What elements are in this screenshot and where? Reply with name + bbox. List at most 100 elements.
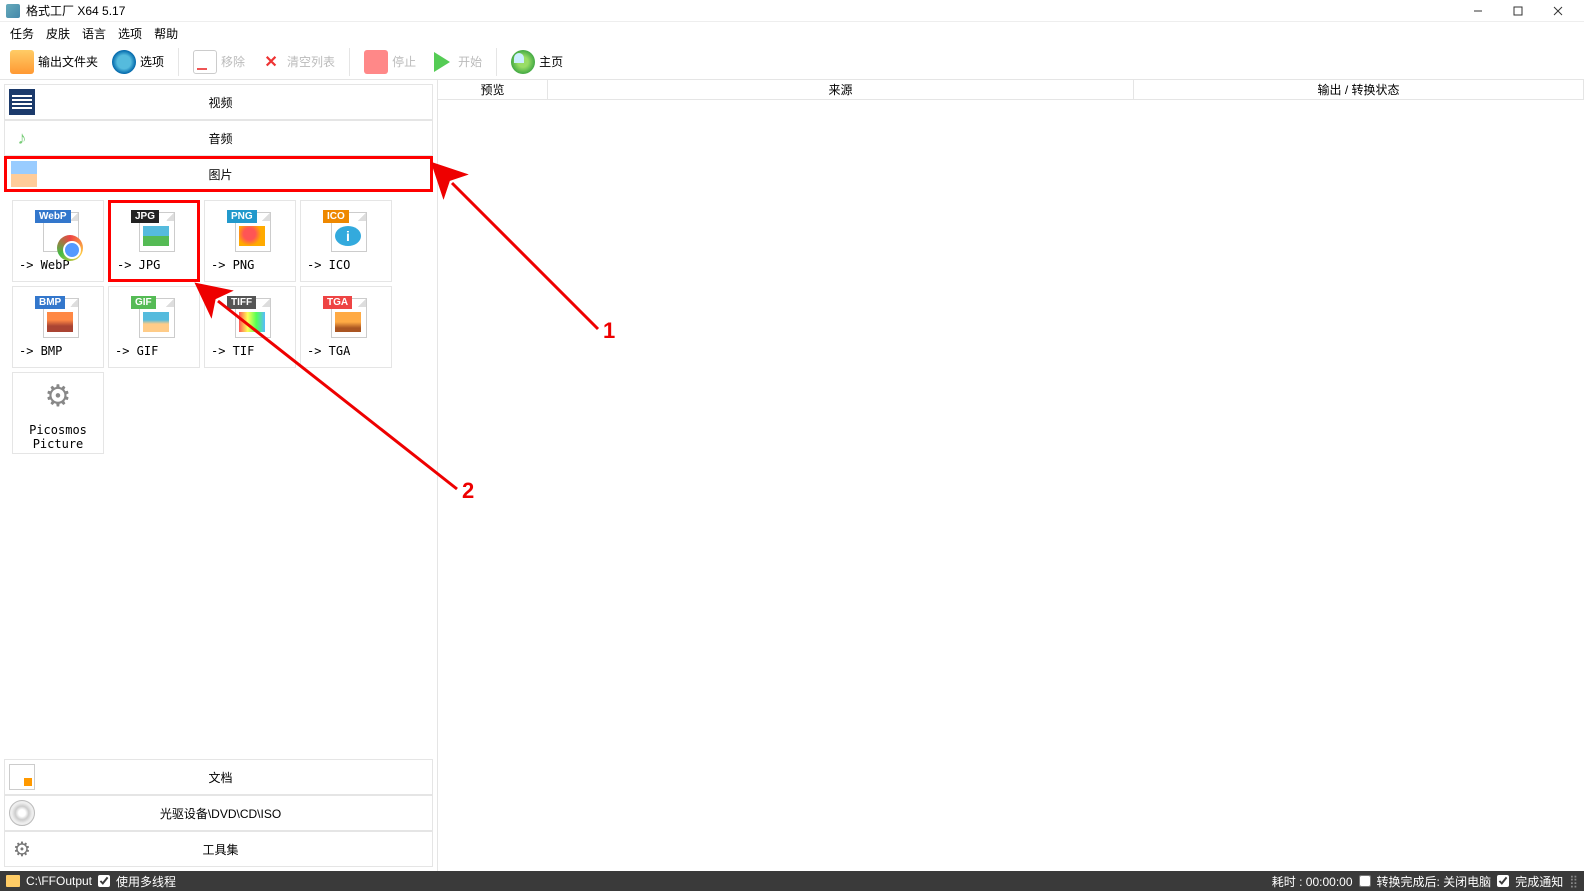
format-picosmos[interactable]: ⚙ Picosmos Picture bbox=[12, 372, 104, 454]
category-image-label: 图片 bbox=[41, 166, 430, 183]
format-webp[interactable]: WebP -> WebP bbox=[12, 200, 104, 282]
remove-button[interactable]: 移除 bbox=[189, 48, 249, 76]
minimize-button[interactable] bbox=[1458, 0, 1498, 22]
menu-bar: 任务 皮肤 语言 选项 帮助 bbox=[0, 22, 1584, 44]
multithread-checkbox[interactable] bbox=[98, 875, 110, 887]
menu-help[interactable]: 帮助 bbox=[154, 25, 178, 42]
format-bmp[interactable]: BMP -> BMP bbox=[12, 286, 104, 368]
elapsed-time: 耗时 : 00:00:00 bbox=[1272, 873, 1353, 890]
task-table-body[interactable] bbox=[438, 100, 1584, 871]
stop-label: 停止 bbox=[392, 53, 416, 70]
maximize-button[interactable] bbox=[1498, 0, 1538, 22]
picosmos-icon: ⚙ bbox=[35, 375, 81, 419]
stop-button[interactable]: 停止 bbox=[360, 48, 420, 76]
column-status[interactable]: 输出 / 转换状态 bbox=[1134, 80, 1584, 99]
webp-icon: WebP bbox=[35, 210, 81, 254]
main-content: 视频 音频 图片 WebP -> WebP JPG bbox=[0, 80, 1584, 871]
multithread-label: 使用多线程 bbox=[116, 873, 176, 890]
category-audio-label: 音频 bbox=[39, 130, 432, 147]
notify-label: 完成通知 bbox=[1515, 873, 1563, 890]
clear-label: 清空列表 bbox=[287, 53, 335, 70]
column-source[interactable]: 来源 bbox=[548, 80, 1134, 99]
tif-icon: TIFF bbox=[227, 296, 273, 340]
toolbar: 输出文件夹 选项 移除 清空列表 停止 开始 主页 bbox=[0, 44, 1584, 80]
video-icon bbox=[9, 89, 35, 115]
png-icon: PNG bbox=[227, 210, 273, 254]
image-icon bbox=[11, 161, 37, 187]
disc-icon bbox=[9, 800, 35, 826]
category-audio[interactable]: 音频 bbox=[4, 120, 433, 156]
resize-grip[interactable]: ⣿ bbox=[1569, 874, 1578, 888]
column-preview[interactable]: 预览 bbox=[438, 80, 548, 99]
clear-icon bbox=[259, 50, 283, 74]
menu-options[interactable]: 选项 bbox=[118, 25, 142, 42]
app-icon bbox=[6, 4, 20, 18]
options-label: 选项 bbox=[140, 53, 164, 70]
tga-icon: TGA bbox=[323, 296, 369, 340]
remove-label: 移除 bbox=[221, 53, 245, 70]
ico-icon: ICO i bbox=[323, 210, 369, 254]
menu-task[interactable]: 任务 bbox=[10, 25, 34, 42]
home-button[interactable]: 主页 bbox=[507, 48, 567, 76]
category-toolset[interactable]: 工具集 bbox=[4, 831, 433, 867]
status-bar: C:\FFOutput 使用多线程 耗时 : 00:00:00 转换完成后: 关… bbox=[0, 871, 1584, 891]
status-folder-icon[interactable] bbox=[6, 875, 20, 887]
toolset-icon bbox=[9, 836, 35, 862]
format-picosmos-label: Picosmos Picture bbox=[29, 423, 87, 452]
format-ico-label: -> ICO bbox=[301, 258, 350, 272]
format-gif[interactable]: GIF -> GIF bbox=[108, 286, 200, 368]
window-controls bbox=[1458, 0, 1578, 22]
category-document-label: 文档 bbox=[39, 769, 432, 786]
home-label: 主页 bbox=[539, 53, 563, 70]
format-jpg[interactable]: JPG -> JPG bbox=[108, 200, 200, 282]
options-button[interactable]: 选项 bbox=[108, 48, 168, 76]
folder-icon bbox=[10, 50, 34, 74]
bmp-icon: BMP bbox=[35, 296, 81, 340]
close-button[interactable] bbox=[1538, 0, 1578, 22]
format-tif[interactable]: TIFF -> TIF bbox=[204, 286, 296, 368]
toolbar-separator bbox=[496, 48, 497, 76]
notify-checkbox[interactable] bbox=[1497, 875, 1509, 887]
format-png-label: -> PNG bbox=[205, 258, 254, 272]
category-document[interactable]: 文档 bbox=[4, 759, 433, 795]
format-tga-label: -> TGA bbox=[301, 344, 350, 358]
document-icon bbox=[9, 764, 35, 790]
format-tga[interactable]: TGA -> TGA bbox=[300, 286, 392, 368]
category-toolset-label: 工具集 bbox=[39, 841, 432, 858]
category-disc-label: 光驱设备\DVD\CD\ISO bbox=[39, 805, 432, 822]
output-folder-label: 输出文件夹 bbox=[38, 53, 98, 70]
format-grid: WebP -> WebP JPG -> JPG PNG bbox=[4, 192, 433, 759]
menu-skin[interactable]: 皮肤 bbox=[46, 25, 70, 42]
window-title: 格式工厂 X64 5.17 bbox=[26, 2, 1458, 19]
format-tif-label: -> TIF bbox=[205, 344, 254, 358]
format-png[interactable]: PNG -> PNG bbox=[204, 200, 296, 282]
task-panel: 预览 来源 输出 / 转换状态 bbox=[438, 80, 1584, 871]
shutdown-checkbox[interactable] bbox=[1359, 875, 1371, 887]
format-ico[interactable]: ICO i -> ICO bbox=[300, 200, 392, 282]
clear-list-button[interactable]: 清空列表 bbox=[255, 48, 339, 76]
play-icon bbox=[430, 50, 454, 74]
menu-lang[interactable]: 语言 bbox=[82, 25, 106, 42]
category-video[interactable]: 视频 bbox=[4, 84, 433, 120]
toolbar-separator bbox=[349, 48, 350, 76]
toolbar-separator bbox=[178, 48, 179, 76]
format-jpg-label: -> JPG bbox=[111, 258, 160, 272]
output-path[interactable]: C:\FFOutput bbox=[26, 874, 92, 888]
start-button[interactable]: 开始 bbox=[426, 48, 486, 76]
output-folder-button[interactable]: 输出文件夹 bbox=[6, 48, 102, 76]
option-icon bbox=[112, 50, 136, 74]
category-disc[interactable]: 光驱设备\DVD\CD\ISO bbox=[4, 795, 433, 831]
category-image[interactable]: 图片 bbox=[4, 156, 433, 192]
start-label: 开始 bbox=[458, 53, 482, 70]
format-bmp-label: -> BMP bbox=[13, 344, 62, 358]
format-webp-label: -> WebP bbox=[13, 258, 70, 272]
remove-icon bbox=[193, 50, 217, 74]
home-icon bbox=[511, 50, 535, 74]
format-gif-label: -> GIF bbox=[109, 344, 158, 358]
gif-icon: GIF bbox=[131, 296, 177, 340]
task-table-header: 预览 来源 输出 / 转换状态 bbox=[438, 80, 1584, 100]
stop-icon bbox=[364, 50, 388, 74]
jpg-icon: JPG bbox=[131, 210, 177, 254]
category-video-label: 视频 bbox=[39, 94, 432, 111]
audio-icon bbox=[9, 125, 35, 151]
